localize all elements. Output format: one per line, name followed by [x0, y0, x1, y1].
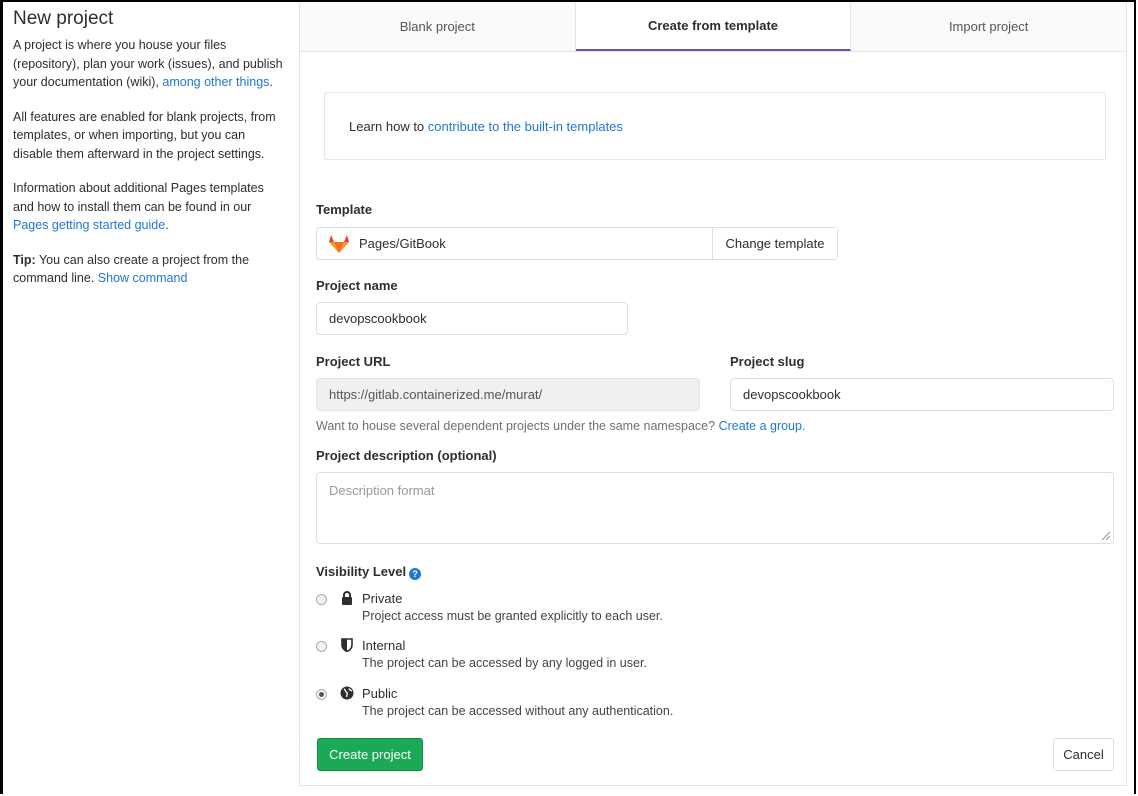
pages-paragraph: Information about additional Pages templ…: [13, 179, 283, 235]
template-label: Template: [316, 202, 373, 217]
selected-template: Pages/GitBook: [317, 228, 712, 259]
question-circle-icon[interactable]: ?: [409, 568, 422, 580]
among-other-things-link[interactable]: among other things: [162, 75, 269, 89]
sidebar-info: New project A project is where you house…: [13, 8, 283, 304]
cancel-button[interactable]: Cancel: [1053, 738, 1114, 771]
create-project-button[interactable]: Create project: [317, 738, 423, 771]
project-description-textarea[interactable]: Description format: [316, 472, 1114, 544]
internal-title: Internal: [362, 638, 406, 653]
internal-radio[interactable]: [316, 641, 327, 652]
description-placeholder: Description format: [329, 483, 435, 498]
project-name-input[interactable]: devopscookbook: [316, 302, 628, 335]
page-title: New project: [13, 8, 114, 29]
show-command-link[interactable]: Show command: [98, 271, 188, 285]
private-text: Private Project access must be granted e…: [362, 591, 663, 625]
intro-paragraph: A project is where you house your files …: [13, 36, 283, 92]
pages-guide-link[interactable]: Pages getting started guide: [13, 218, 165, 232]
private-radio[interactable]: [316, 594, 327, 605]
tip-paragraph: Tip: You can also create a project from …: [13, 251, 283, 288]
tip-label: Tip:: [13, 252, 36, 267]
private-description: Project access must be granted explicitl…: [362, 609, 663, 623]
visibility-label: Visibility Level?: [316, 564, 422, 580]
internal-description: The project can be accessed by any logge…: [362, 656, 647, 670]
public-text: Public The project can be accessed witho…: [362, 686, 673, 720]
group-help-message: Want to house several dependent projects…: [316, 419, 716, 433]
tab-blank-project[interactable]: Blank project: [300, 2, 576, 51]
change-template-button[interactable]: Change template: [712, 228, 837, 259]
contribute-templates-link[interactable]: contribute to the built-in templates: [428, 119, 623, 134]
pages-text: Information about additional Pages templ…: [13, 181, 264, 214]
create-group-link[interactable]: Create a group.: [719, 419, 806, 433]
project-slug-label: Project slug: [730, 354, 805, 369]
lock-icon: [340, 591, 354, 607]
description-label: Project description (optional): [316, 448, 497, 463]
public-description: The project can be accessed without any …: [362, 704, 674, 718]
shield-icon: [340, 638, 354, 654]
templates-notice: Learn how to contribute to the built-in …: [324, 92, 1106, 160]
project-slug-input[interactable]: devopscookbook: [730, 378, 1114, 411]
internal-text: Internal The project can be accessed by …: [362, 638, 647, 672]
project-url-field[interactable]: https://gitlab.containerized.me/murat/: [316, 378, 700, 411]
pages-end: .: [165, 218, 169, 232]
project-name-label: Project name: [316, 278, 398, 293]
visibility-option-private[interactable]: Private Project access must be granted e…: [316, 591, 663, 625]
gitlab-tanuki-icon: [329, 234, 349, 253]
public-radio[interactable]: [316, 689, 327, 700]
tab-create-from-template[interactable]: Create from template: [575, 2, 852, 51]
private-title: Private: [362, 591, 403, 606]
tab-import-project[interactable]: Import project: [851, 2, 1127, 51]
globe-icon: [340, 686, 354, 702]
visibility-option-public[interactable]: Public The project can be accessed witho…: [316, 686, 673, 720]
template-selector: Pages/GitBook Change template: [316, 227, 838, 260]
public-title: Public: [362, 686, 398, 701]
resize-grip[interactable]: [1102, 532, 1110, 540]
notice-text: Learn how to: [349, 118, 425, 134]
group-help-text: Want to house several dependent projects…: [316, 419, 805, 433]
visibility-option-internal[interactable]: Internal The project can be accessed by …: [316, 638, 647, 672]
visibility-label-text: Visibility Level: [316, 564, 407, 579]
project-tabs: Blank project Create from template Impor…: [300, 2, 1127, 52]
features-paragraph: All features are enabled for blank proje…: [13, 109, 276, 161]
template-name-text: Pages/GitBook: [359, 236, 446, 251]
intro-end: .: [269, 75, 273, 89]
project-url-label: Project URL: [316, 354, 391, 369]
new-project-panel: Blank project Create from template Impor…: [299, 2, 1127, 786]
